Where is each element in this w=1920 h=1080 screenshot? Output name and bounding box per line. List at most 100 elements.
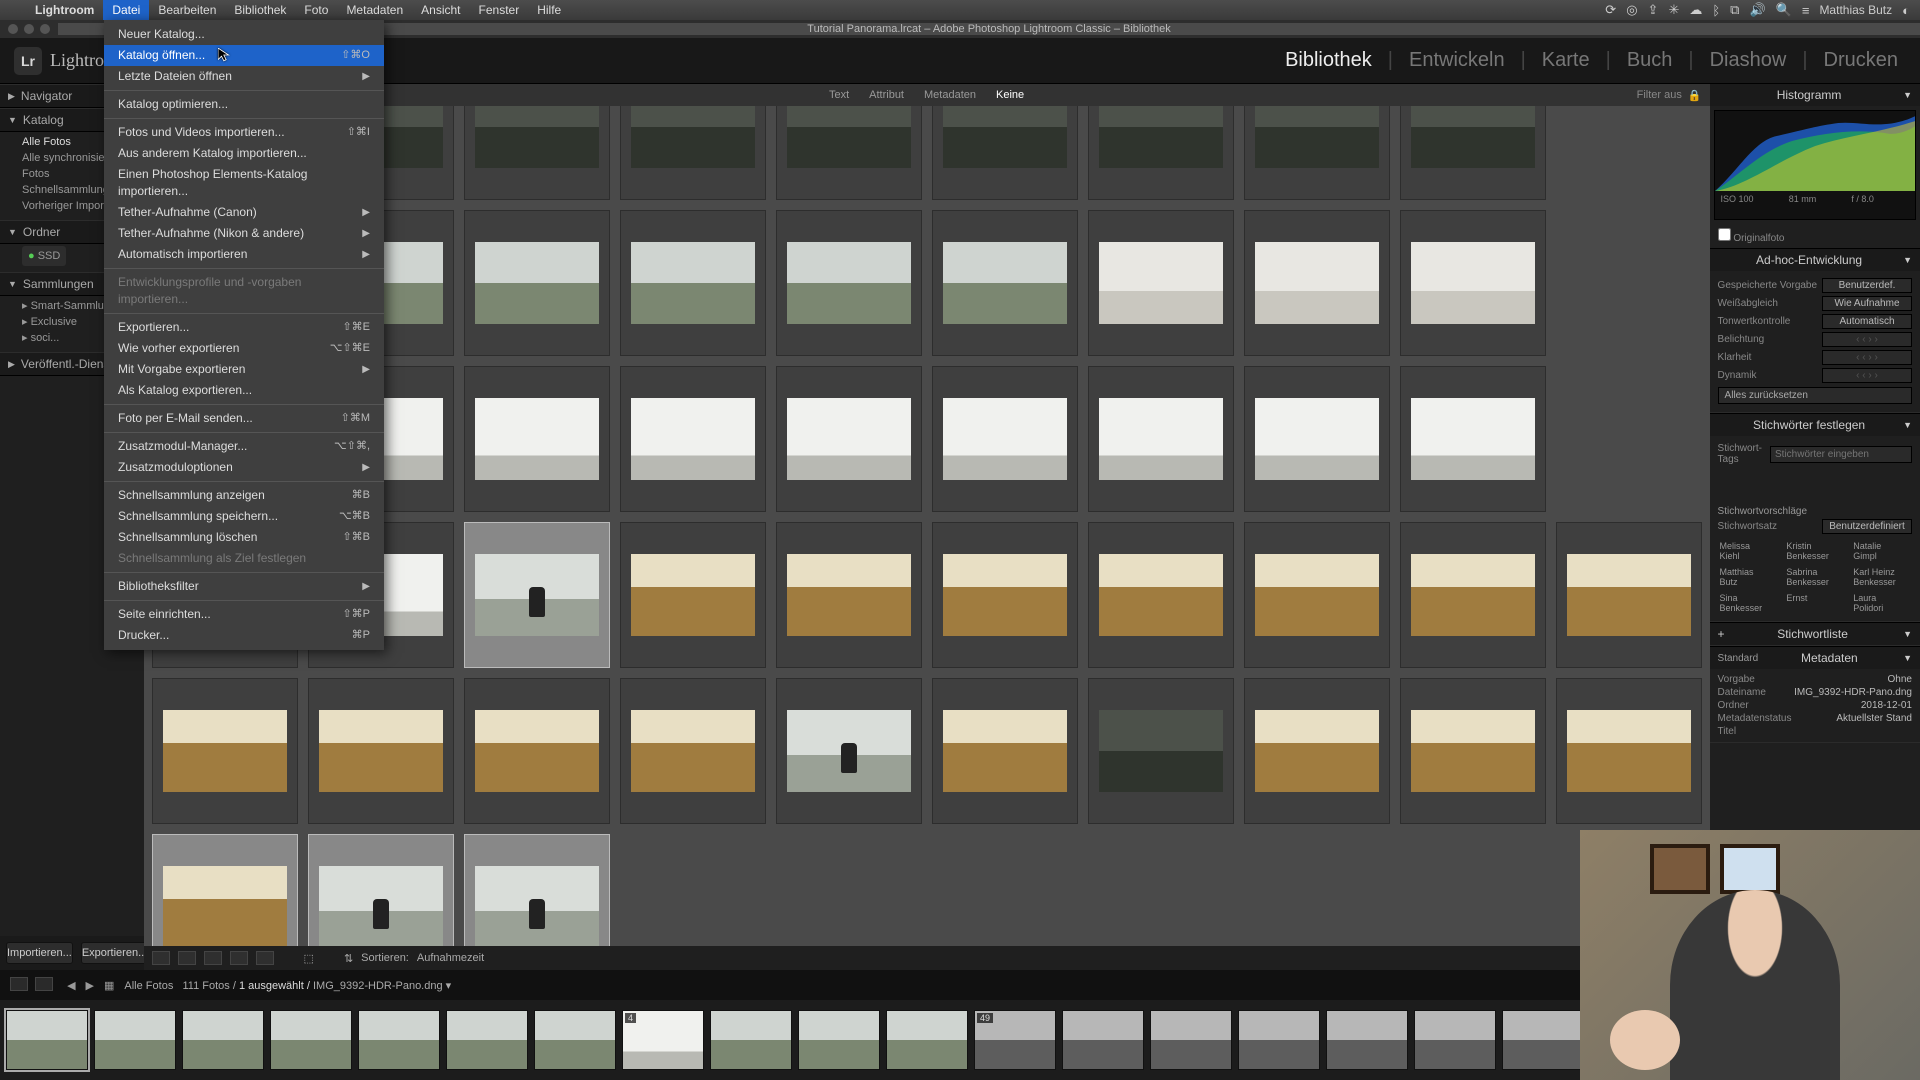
menu-item[interactable]: Katalog öffnen...⇧⌘O — [104, 45, 384, 66]
metadata-panel-header[interactable]: StandardMetadaten ▼ — [1710, 647, 1920, 669]
grid-cell[interactable] — [1088, 366, 1234, 512]
grid-cell[interactable] — [152, 834, 298, 946]
notificationcenter-icon[interactable]: ≡ — [1802, 3, 1810, 18]
filmstrip-cell[interactable] — [1502, 1010, 1584, 1070]
keyword-suggestion[interactable]: Natalie Gimpl — [1853, 541, 1906, 561]
grid-cell[interactable] — [932, 522, 1078, 668]
filmstrip-cell[interactable] — [358, 1010, 440, 1070]
preset-dropdown[interactable]: Benutzerdef. — [1822, 278, 1912, 293]
main-window-icon[interactable] — [10, 977, 28, 991]
grid-cell[interactable] — [620, 366, 766, 512]
painter-icon[interactable]: ⬚ — [304, 952, 314, 965]
menu-fenster[interactable]: Fenster — [470, 0, 529, 20]
grid-cell[interactable] — [1088, 678, 1234, 824]
grid-cell[interactable] — [1400, 678, 1546, 824]
grid-cell[interactable] — [464, 106, 610, 200]
clarity-stepper[interactable]: ‹ ‹ › › — [1822, 350, 1912, 365]
histogram-panel-header[interactable]: Histogramm ▼ — [1710, 84, 1920, 106]
grid-cell[interactable] — [1244, 210, 1390, 356]
filter-tab-metadaten[interactable]: Metadaten — [924, 89, 976, 101]
menu-item[interactable]: Automatisch importieren▶ — [104, 244, 384, 265]
crumb-dropdown-icon[interactable]: ▾ — [446, 980, 452, 992]
menu-item[interactable]: Fotos und Videos importieren...⇧⌘I — [104, 122, 384, 143]
metadata-value[interactable]: Ohne — [1888, 674, 1912, 685]
grid-cell[interactable] — [1088, 106, 1234, 200]
filmstrip-cell[interactable] — [1414, 1010, 1496, 1070]
metadata-value[interactable]: 2018-12-01 — [1861, 700, 1912, 711]
menu-hilfe[interactable]: Hilfe — [528, 0, 570, 20]
tone-button[interactable]: Automatisch — [1822, 314, 1912, 329]
exposure-stepper[interactable]: ‹ ‹ › › — [1822, 332, 1912, 347]
loupe-view-icon[interactable] — [178, 951, 196, 965]
export-button[interactable]: Exportieren... — [81, 942, 148, 964]
menu-bearbeiten[interactable]: Bearbeiten — [149, 0, 225, 20]
grid-cell[interactable] — [1400, 210, 1546, 356]
volume-icon[interactable]: 🔊 — [1749, 2, 1765, 18]
module-entwickeln[interactable]: Entwickeln — [1409, 49, 1505, 72]
menu-item[interactable]: Wie vorher exportieren⌥⇧⌘E — [104, 338, 384, 359]
grid-cell[interactable] — [776, 106, 922, 200]
keywording-panel-header[interactable]: Stichwörter festlegen ▼ — [1710, 414, 1920, 436]
close-window[interactable] — [8, 24, 18, 34]
menu-item[interactable]: Tether-Aufnahme (Canon)▶ — [104, 202, 384, 223]
menu-item[interactable]: Als Katalog exportieren... — [104, 380, 384, 401]
originalfoto-checkbox[interactable] — [1718, 228, 1731, 241]
adhoc-panel-header[interactable]: Ad-hoc-Entwicklung ▼ — [1710, 249, 1920, 271]
menu-item[interactable]: Einen Photoshop Elements-Katalog importi… — [104, 164, 384, 202]
keyword-set-dropdown[interactable]: Benutzerdefiniert — [1822, 519, 1912, 534]
grid-cell[interactable] — [776, 366, 922, 512]
go-forward-icon[interactable]: ▶ — [86, 979, 94, 992]
menubar-icon[interactable]: ◎ — [1626, 2, 1637, 18]
menu-item[interactable]: Katalog optimieren... — [104, 94, 384, 115]
sort-direction-icon[interactable]: ⇅ — [344, 952, 353, 965]
menu-item[interactable]: Zusatzmoduloptionen▶ — [104, 457, 384, 478]
bluetooth-icon[interactable]: ᛒ — [1712, 3, 1720, 18]
histogram[interactable]: ISO 10081 mmf / 8.0 — [1714, 110, 1916, 220]
filmstrip-cell[interactable]: 49 — [974, 1010, 1056, 1070]
menu-item[interactable]: Schnellsammlung anzeigen⌘B — [104, 485, 384, 506]
metadata-preset-dropdown[interactable]: Standard — [1718, 653, 1759, 664]
grid-cell[interactable] — [464, 522, 610, 668]
menubar-icon[interactable]: ⟳ — [1605, 2, 1616, 18]
metadata-value[interactable]: Aktuellster Stand — [1836, 713, 1912, 724]
siri-icon[interactable]: ◐ — [1902, 3, 1910, 18]
grid-cell[interactable] — [1244, 678, 1390, 824]
grid-cell[interactable] — [308, 678, 454, 824]
grid-cell[interactable] — [1244, 366, 1390, 512]
grid-cell[interactable] — [932, 366, 1078, 512]
keyword-suggestion[interactable]: Ernst — [1786, 593, 1839, 613]
compare-view-icon[interactable] — [204, 951, 222, 965]
keyword-suggestion[interactable]: Sabrina Benkesser — [1786, 567, 1839, 587]
grid-view-icon[interactable] — [152, 951, 170, 965]
app-menu[interactable]: Lightroom — [26, 0, 103, 20]
filter-lock-icon[interactable]: 🔒 — [1688, 89, 1702, 102]
menu-item[interactable]: Schnellsammlung speichern...⌥⌘B — [104, 506, 384, 527]
filmstrip-cell[interactable] — [886, 1010, 968, 1070]
grid-cell[interactable] — [620, 678, 766, 824]
grid-cell[interactable] — [1244, 106, 1390, 200]
keyword-suggestion[interactable]: Matthias Butz — [1720, 567, 1773, 587]
keyword-suggestion[interactable]: Karl Heinz Benkesser — [1853, 567, 1906, 587]
menu-item[interactable]: Mit Vorgabe exportieren▶ — [104, 359, 384, 380]
menu-item[interactable]: Schnellsammlung löschen⇧⌘B — [104, 527, 384, 548]
menubar-icon[interactable]: ☁ — [1689, 2, 1702, 18]
filmstrip-cell[interactable] — [270, 1010, 352, 1070]
filter-tab-keine[interactable]: Keine — [996, 89, 1024, 101]
filmstrip-cell[interactable] — [1150, 1010, 1232, 1070]
menu-metadaten[interactable]: Metadaten — [337, 0, 412, 20]
keyword-suggestion[interactable]: Kristin Benkesser — [1786, 541, 1839, 561]
people-view-icon[interactable] — [256, 951, 274, 965]
filmstrip-cell[interactable] — [1326, 1010, 1408, 1070]
minimize-window[interactable] — [24, 24, 34, 34]
keyword-tags-input[interactable] — [1770, 446, 1912, 463]
menu-datei[interactable]: Datei — [103, 0, 149, 20]
grid-cell[interactable] — [464, 678, 610, 824]
vibrance-stepper[interactable]: ‹ ‹ › › — [1822, 368, 1912, 383]
grid-cell[interactable] — [464, 366, 610, 512]
grid-cell[interactable] — [620, 210, 766, 356]
filter-tab-attribut[interactable]: Attribut — [869, 89, 904, 101]
grid-cell[interactable] — [620, 106, 766, 200]
metadata-value[interactable]: IMG_9392-HDR-Pano.dng — [1794, 687, 1912, 698]
grid-cell[interactable] — [1400, 522, 1546, 668]
grid-cell[interactable] — [1400, 106, 1546, 200]
